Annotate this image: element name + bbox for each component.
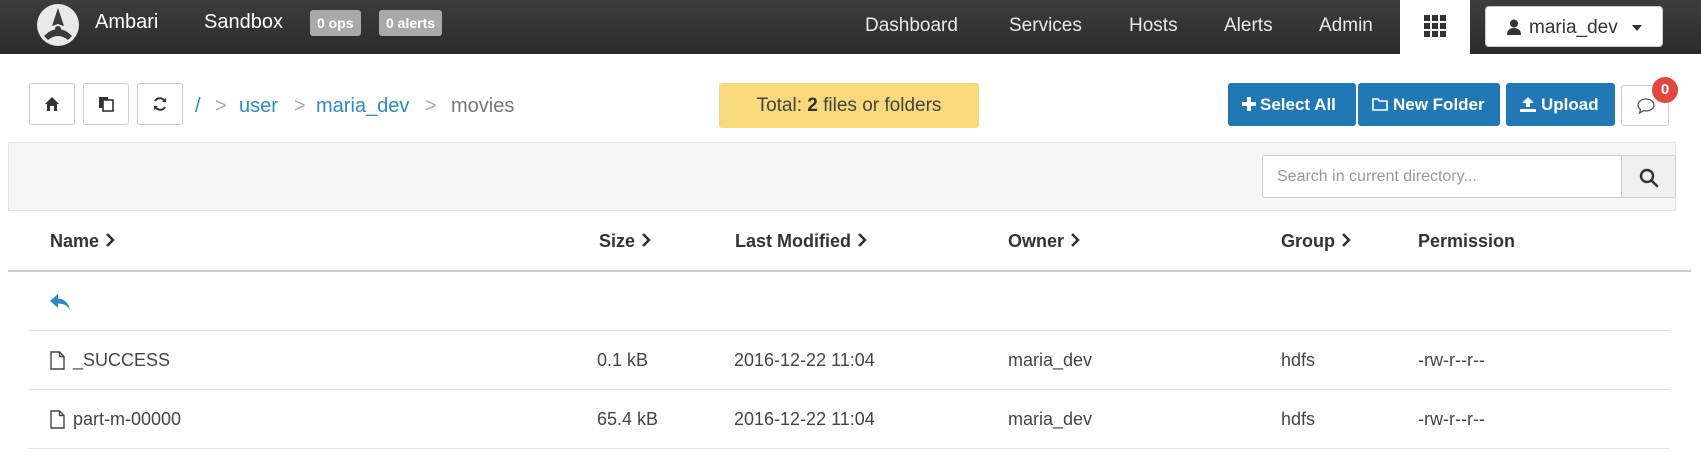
upload-icon [1520, 97, 1536, 112]
file-owner: maria_dev [1008, 350, 1093, 370]
file-size: 65.4 kB [597, 409, 659, 429]
folder-icon [1372, 98, 1388, 111]
column-header-size[interactable]: Size [599, 231, 651, 252]
chevron-right-icon [642, 233, 651, 247]
column-header-permission: Permission [1418, 231, 1515, 252]
select-all-label: Select All [1260, 95, 1336, 114]
home-button[interactable] [29, 83, 75, 125]
apps-grid-icon [1424, 15, 1446, 37]
plus-icon [1242, 97, 1256, 111]
column-header-last-modified-label: Last Modified [735, 231, 851, 251]
user-icon [1507, 19, 1521, 35]
new-folder-button[interactable]: New Folder [1358, 83, 1500, 126]
nav-alerts[interactable]: Alerts [1224, 15, 1273, 37]
breadcrumb-user[interactable]: user [239, 95, 278, 118]
search-button[interactable] [1621, 155, 1676, 198]
breadcrumb-maria-dev[interactable]: maria_dev [316, 95, 409, 118]
file-icon [50, 351, 65, 370]
file-permission: -rw-r--r-- [1418, 409, 1485, 429]
row-divider [28, 389, 1670, 390]
cluster-name[interactable]: Sandbox [204, 11, 283, 34]
apps-menu-button[interactable] [1400, 0, 1470, 54]
user-menu-button[interactable]: maria_dev [1485, 6, 1663, 47]
chevron-right-icon [106, 233, 115, 247]
caret-down-icon [1632, 25, 1642, 31]
table-header-divider [8, 270, 1691, 272]
ops-badge[interactable]: 0 ops [310, 10, 361, 36]
alerts-badge[interactable]: 0 alerts [379, 10, 443, 36]
nav-hosts[interactable]: Hosts [1129, 15, 1178, 37]
notification-count-badge[interactable]: 0 [1652, 77, 1678, 103]
breadcrumb-current: movies [451, 95, 515, 117]
copy-icon [99, 97, 114, 112]
chevron-right-icon [1342, 233, 1351, 247]
column-header-permission-label: Permission [1418, 231, 1516, 251]
file-group: hdfs [1281, 409, 1316, 429]
file-icon [50, 410, 65, 429]
file-modified: 2016-12-22 11:04 [734, 409, 875, 429]
total-suffix: files or folders [817, 95, 942, 116]
home-icon [45, 97, 59, 111]
column-header-size-label: Size [599, 231, 636, 251]
file-size: 0.1 kB [597, 350, 649, 370]
nav-dashboard[interactable]: Dashboard [865, 15, 958, 37]
file-permission: -rw-r--r-- [1418, 350, 1485, 370]
breadcrumb-separator: > [294, 95, 306, 117]
file-owner: maria_dev [1008, 409, 1093, 429]
breadcrumb-separator: > [425, 95, 437, 117]
file-modified: 2016-12-22 11:04 [734, 350, 875, 370]
column-header-group[interactable]: Group [1281, 231, 1351, 252]
row-divider [28, 330, 1670, 331]
column-header-group-label: Group [1281, 231, 1335, 251]
breadcrumb-root[interactable]: / [195, 95, 201, 118]
refresh-button[interactable] [137, 83, 183, 125]
top-navbar: Ambari Sandbox 0 ops 0 alerts Dashboard … [0, 0, 1701, 54]
nav-services[interactable]: Services [1009, 15, 1082, 37]
upload-button[interactable]: Upload [1506, 83, 1615, 126]
file-name[interactable]: _SUCCESS [73, 350, 170, 371]
refresh-icon [154, 97, 166, 111]
column-header-name-label: Name [50, 231, 100, 251]
row-divider [28, 448, 1670, 449]
column-header-owner-label: Owner [1008, 231, 1065, 251]
upload-label: Upload [1541, 95, 1599, 114]
user-name: maria_dev [1529, 17, 1618, 38]
search-icon [1639, 168, 1659, 188]
chevron-right-icon [858, 233, 867, 247]
brand-name[interactable]: Ambari [95, 11, 158, 34]
file-name[interactable]: part-m-00000 [73, 409, 181, 430]
breadcrumb-separator: > [215, 95, 227, 117]
column-header-owner[interactable]: Owner [1008, 231, 1080, 252]
nav-admin[interactable]: Admin [1319, 15, 1373, 37]
search-input[interactable] [1262, 155, 1621, 198]
column-header-name[interactable]: Name [50, 231, 115, 252]
copy-path-button[interactable] [83, 83, 129, 125]
ambari-logo-icon[interactable] [34, 2, 82, 48]
new-folder-label: New Folder [1393, 95, 1485, 114]
total-count-banner: Total: 2 files or folders [719, 83, 979, 128]
total-prefix: Total: [756, 95, 808, 116]
chat-icon [1637, 98, 1655, 114]
select-all-button[interactable]: Select All [1228, 83, 1356, 126]
chevron-right-icon [1071, 233, 1080, 247]
column-header-last-modified[interactable]: Last Modified [735, 231, 867, 252]
file-group: hdfs [1281, 350, 1316, 370]
back-arrow-icon[interactable] [49, 292, 71, 312]
total-count: 2 [807, 95, 818, 116]
